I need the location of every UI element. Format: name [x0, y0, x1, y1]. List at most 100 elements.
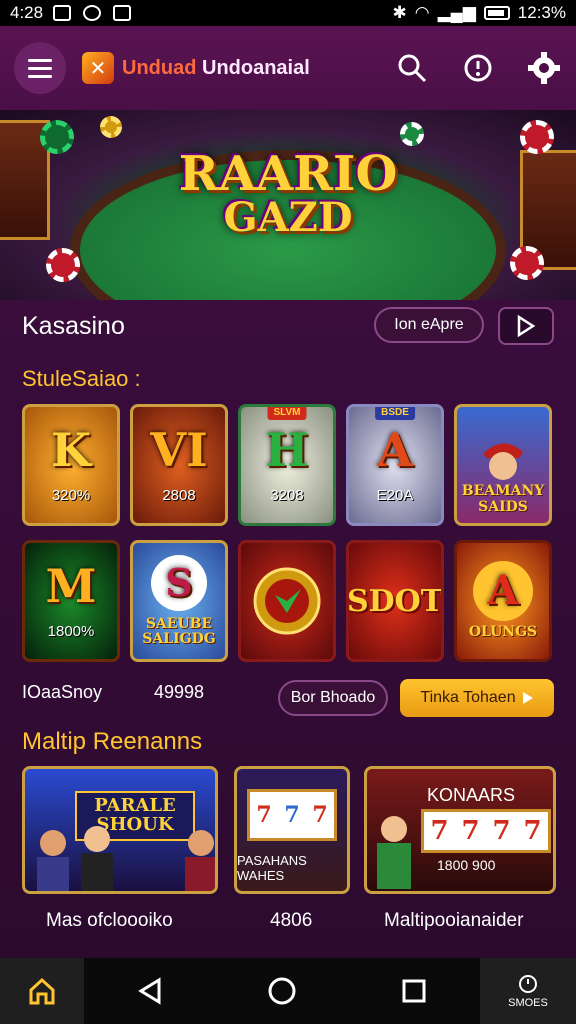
- tile-symbol: VI: [150, 422, 208, 477]
- status-right: ✱ ◠ ▂▄▆ 12:3%: [393, 3, 567, 23]
- square-recents-icon: [402, 979, 426, 1003]
- slot-reels: 777: [247, 789, 337, 841]
- game-tile[interactable]: M 1800%: [22, 540, 120, 662]
- menu-icon-bar: [28, 58, 52, 62]
- nav-home[interactable]: [0, 958, 84, 1024]
- hero-title-line2: GAZD: [223, 194, 353, 241]
- battery-icon: [483, 6, 510, 20]
- search-button[interactable]: [394, 50, 430, 86]
- status-bar: 4:28 ✱ ◠ ▂▄▆ 12:3%: [0, 0, 576, 26]
- game-tile[interactable]: A OLUNGS: [454, 540, 552, 662]
- tile-symbol: K: [51, 422, 91, 477]
- section-footer-count: 49998: [154, 682, 205, 702]
- tile-value: 3208: [270, 486, 304, 504]
- tile-caption: SAEUBE SALIGDG: [142, 615, 216, 647]
- tile-symbol: A: [377, 422, 413, 477]
- featured-card[interactable]: 777 PASAHANS WAHES: [234, 766, 350, 894]
- tile-symbol: A: [473, 561, 533, 622]
- game-tile[interactable]: SDOT: [346, 540, 444, 662]
- game-tile[interactable]: SLVM H 3208: [238, 404, 336, 526]
- signal-icon: ▂▄▆: [437, 3, 476, 22]
- app-header: ✕ Unduad Undoanaial: [0, 26, 576, 110]
- nav-recents[interactable]: [348, 958, 480, 1024]
- section-action-button[interactable]: Ion eApre: [374, 307, 484, 343]
- app-title: Unduad Undoanaial: [122, 57, 310, 80]
- game-tile[interactable]: [238, 540, 336, 662]
- search-icon: [398, 54, 427, 83]
- battery-percent: 12:3%: [517, 3, 566, 22]
- nav-more[interactable]: SMOES: [480, 958, 576, 1024]
- slot-reels: 7777: [421, 809, 551, 853]
- menu-icon-bar: [28, 66, 52, 70]
- settings-button[interactable]: [526, 50, 562, 86]
- circle-home-icon: [268, 977, 296, 1005]
- image-icon: [53, 5, 72, 21]
- cta-button-label: Tinka Tohaen: [420, 689, 516, 706]
- card-label: Mas ofcloooiko: [46, 910, 173, 931]
- game-tile[interactable]: BSDE A E20A: [346, 404, 444, 526]
- play-icon: [517, 315, 536, 337]
- section-title-multiplayer: Maltip Reenanns: [22, 728, 203, 755]
- wifi-icon: ◠: [414, 3, 430, 22]
- game-tile[interactable]: K 320%: [22, 404, 120, 526]
- secondary-button[interactable]: Bor Bhoado: [278, 680, 388, 716]
- card-label: 4806: [270, 910, 313, 931]
- chip-icon: [46, 248, 80, 282]
- featured-card[interactable]: PARALE SHOUK: [22, 766, 218, 894]
- header-actions: [394, 50, 562, 86]
- card-art-title: PASAHANS WAHES: [237, 853, 307, 883]
- app-title-part1: Unduad: [122, 56, 197, 79]
- cta-button[interactable]: Tinka Tohaen: [400, 679, 554, 717]
- play-button[interactable]: [498, 307, 554, 345]
- tile-badge: SLVM: [267, 407, 307, 420]
- card-art-subtitle: 1800 900: [437, 857, 496, 873]
- back-icon: [138, 977, 161, 1005]
- tile-caption: OLUNGS: [468, 624, 538, 641]
- chip-icon: [520, 120, 554, 154]
- nav-back[interactable]: [84, 958, 216, 1024]
- home-icon: [29, 977, 55, 1005]
- info-icon: [464, 54, 492, 82]
- hero-banner[interactable]: RAARIO GAZD: [0, 110, 576, 300]
- nav-home-system[interactable]: [216, 958, 348, 1024]
- card-label: Maltipooianaider: [384, 910, 524, 931]
- status-time: 4:28: [10, 3, 44, 22]
- section-title-casino: Kasasino: [22, 312, 125, 340]
- tile-caption: SDOT: [346, 583, 444, 619]
- circle-icon: [83, 5, 102, 21]
- game-tile[interactable]: S SAEUBE SALIGDG: [130, 540, 228, 662]
- tile-value: E20A: [376, 486, 414, 504]
- tile-symbol: H: [265, 422, 309, 477]
- tile-badge: BSDE: [375, 407, 415, 420]
- chip-icon: [400, 122, 424, 146]
- info-button[interactable]: [460, 50, 496, 86]
- bluetooth-icon: ✱: [392, 3, 407, 22]
- chip-icon: [510, 246, 544, 280]
- roulette-icon: [253, 567, 321, 635]
- bottom-navigation: SMOES: [0, 958, 576, 1024]
- people-illustration: [37, 826, 215, 891]
- menu-button[interactable]: [14, 42, 66, 94]
- tile-value: 1800%: [47, 622, 95, 640]
- featured-card[interactable]: KONAARS 7777 1800 900: [364, 766, 556, 894]
- tile-caption: BEAMANY SAIDS: [461, 483, 545, 515]
- tile-value: 320%: [51, 486, 91, 504]
- play-icon: [522, 692, 533, 704]
- hero-title-line1: RAARIO: [178, 146, 398, 202]
- menu-icon-bar: [28, 74, 52, 78]
- hero-title: RAARIO GAZD: [0, 150, 576, 238]
- coin-icon: [100, 116, 122, 138]
- character-icon: [483, 443, 523, 481]
- game-tile[interactable]: VI 2808: [130, 404, 228, 526]
- chip-icon: [40, 120, 74, 154]
- character-icon: [377, 816, 411, 889]
- gear-icon: [528, 52, 560, 84]
- nav-more-label: SMOES: [508, 996, 548, 1009]
- gallery-icon: [113, 5, 132, 21]
- game-tile[interactable]: BEAMANY SAIDS: [454, 404, 552, 526]
- section-title-slots: StuleSaiao :: [22, 366, 141, 391]
- section-footer-label: IOaaSnoy: [22, 682, 103, 702]
- clock-icon: [519, 974, 537, 993]
- tile-symbol: S: [151, 554, 207, 611]
- app-logo-icon: ✕: [82, 52, 114, 84]
